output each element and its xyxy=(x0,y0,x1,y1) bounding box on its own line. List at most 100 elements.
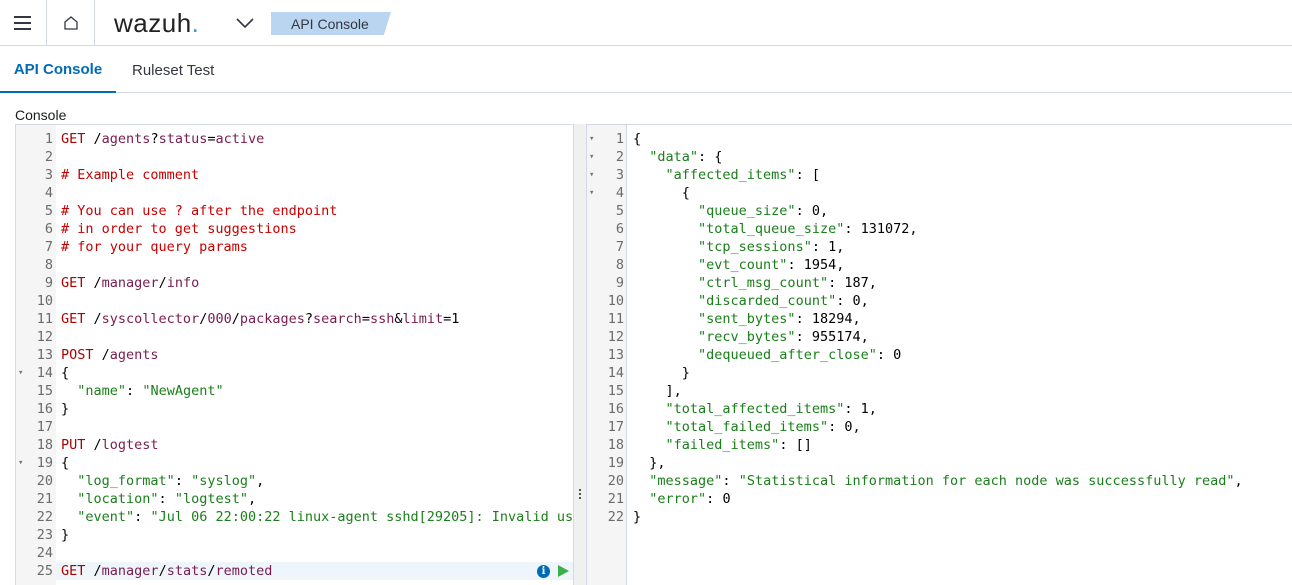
code-token: , xyxy=(247,491,257,507)
code-token: "Statistical information for each node w… xyxy=(738,473,1235,489)
tab-ruleset-test[interactable]: Ruleset Test xyxy=(132,47,214,93)
request-line: 10 xyxy=(16,292,573,310)
code-token: "event" xyxy=(77,509,135,525)
tab-api-console[interactable]: API Console xyxy=(0,47,116,93)
code-token: "failed_items" xyxy=(665,437,780,453)
code-token: : [ xyxy=(795,167,820,183)
request-line: 23} xyxy=(16,526,573,544)
code-token: info xyxy=(166,275,200,291)
code-token: 0 xyxy=(811,203,820,219)
response-line: 7 "tcp_sessions": 1, xyxy=(587,238,1292,256)
line-number: 12 xyxy=(607,329,624,345)
grip-icon xyxy=(579,489,582,501)
wazuh-logo[interactable]: wazuh. xyxy=(114,6,199,40)
code-token: , xyxy=(1234,473,1243,489)
editor-splitter[interactable] xyxy=(573,124,587,585)
code-text: { xyxy=(61,454,69,472)
code-token: 0 xyxy=(852,293,861,309)
code-token: "evt_count" xyxy=(698,257,788,273)
code-text: "location": "logtest", xyxy=(61,490,256,508)
line-number: 25 xyxy=(36,563,53,579)
code-token: }, xyxy=(633,455,666,471)
home-button[interactable] xyxy=(47,0,95,46)
info-icon[interactable]: i xyxy=(537,564,550,578)
request-line: 13 POST /agents xyxy=(16,346,573,364)
line-number: 7 xyxy=(44,239,53,255)
line-number: 23 xyxy=(36,527,53,543)
code-token: , xyxy=(852,419,861,435)
request-line: 21 "location": "logtest", xyxy=(16,490,573,508)
code-token: : xyxy=(844,401,861,417)
code-token: "discarded_count" xyxy=(698,293,837,309)
code-token: 0 xyxy=(893,347,902,363)
line-number: 22 xyxy=(36,509,53,525)
code-token: : xyxy=(828,275,845,291)
request-line: 22 "event": "Jul 06 22:00:22 linux-agent… xyxy=(16,508,573,526)
code-token: # for your query params xyxy=(61,239,248,255)
breadcrumb[interactable]: API Console xyxy=(271,12,391,35)
menu-button[interactable] xyxy=(0,0,47,46)
code-text: "affected_items": [ xyxy=(633,166,820,184)
code-token: / xyxy=(231,311,240,327)
code-token: "log_format" xyxy=(77,473,175,489)
response-line: ▾ 4 { xyxy=(587,184,1292,202)
code-text: "event": "Jul 06 22:00:22 linux-agent ss… xyxy=(61,508,573,526)
code-token: : xyxy=(722,473,739,489)
hamburger-icon xyxy=(14,16,31,30)
code-token: : xyxy=(706,491,723,507)
play-icon[interactable] xyxy=(558,565,569,577)
request-actions: i xyxy=(537,562,569,580)
code-token: 1954 xyxy=(803,257,837,273)
code-token: : xyxy=(174,473,192,489)
response-line: 21 "error": 0 xyxy=(587,490,1292,508)
code-token: manager xyxy=(101,563,159,579)
code-text: POST /agents xyxy=(61,346,159,364)
response-line: 5 "queue_size": 0, xyxy=(587,202,1292,220)
line-number: 6 xyxy=(44,221,53,237)
request-editor[interactable]: 1 GET /agents?status=active 2 3 # Example co… xyxy=(15,124,573,585)
code-token: , xyxy=(860,329,869,345)
code-token: manager xyxy=(101,275,159,291)
chevron-down-icon[interactable] xyxy=(234,12,256,34)
line-number: 20 xyxy=(607,473,624,489)
code-token: agents xyxy=(101,131,151,147)
request-line: 25 GET /manager/stats/remoted xyxy=(16,562,573,580)
code-token: = xyxy=(207,131,216,147)
code-token: { xyxy=(61,365,70,381)
code-text: { xyxy=(61,364,69,382)
line-number: 14 xyxy=(607,365,624,381)
line-number: 11 xyxy=(36,311,53,327)
request-line: 24 xyxy=(16,544,573,562)
logo-text: wazuh xyxy=(114,7,192,38)
line-number: 2 xyxy=(615,149,624,165)
code-token: 1 xyxy=(860,401,869,417)
code-token: } xyxy=(61,527,70,543)
response-editor[interactable]: ▾ 1{▾ 2 "data": {▾ 3 "affected_items": [▾ 4 … xyxy=(587,124,1292,585)
code-token: agents xyxy=(109,347,159,363)
line-number: 8 xyxy=(44,257,53,273)
line-number: 5 xyxy=(615,203,624,219)
code-token: : [] xyxy=(779,437,812,453)
code-text: # Example comment xyxy=(61,166,199,184)
code-token: "dequeued_after_close" xyxy=(698,347,877,363)
code-token: / xyxy=(85,131,102,147)
code-token: "data" xyxy=(649,149,699,165)
response-line: 18 "failed_items": [] xyxy=(587,436,1292,454)
code-text: GET /syscollector/000/packages?search=ss… xyxy=(61,310,459,328)
response-line: 9 "ctrl_msg_count": 187, xyxy=(587,274,1292,292)
code-token: "Jul 06 22:00:22 linux-agent sshd[29205]… xyxy=(150,509,573,525)
line-number: 13 xyxy=(607,347,624,363)
response-line: 16 "total_affected_items": 1, xyxy=(587,400,1292,418)
code-token: : xyxy=(134,509,151,525)
request-line: 12 xyxy=(16,328,573,346)
code-text: "discarded_count": 0, xyxy=(633,292,869,310)
code-token: ssh xyxy=(369,311,395,327)
request-line: 20 "log_format": "syslog", xyxy=(16,472,573,490)
line-number: 21 xyxy=(607,491,624,507)
